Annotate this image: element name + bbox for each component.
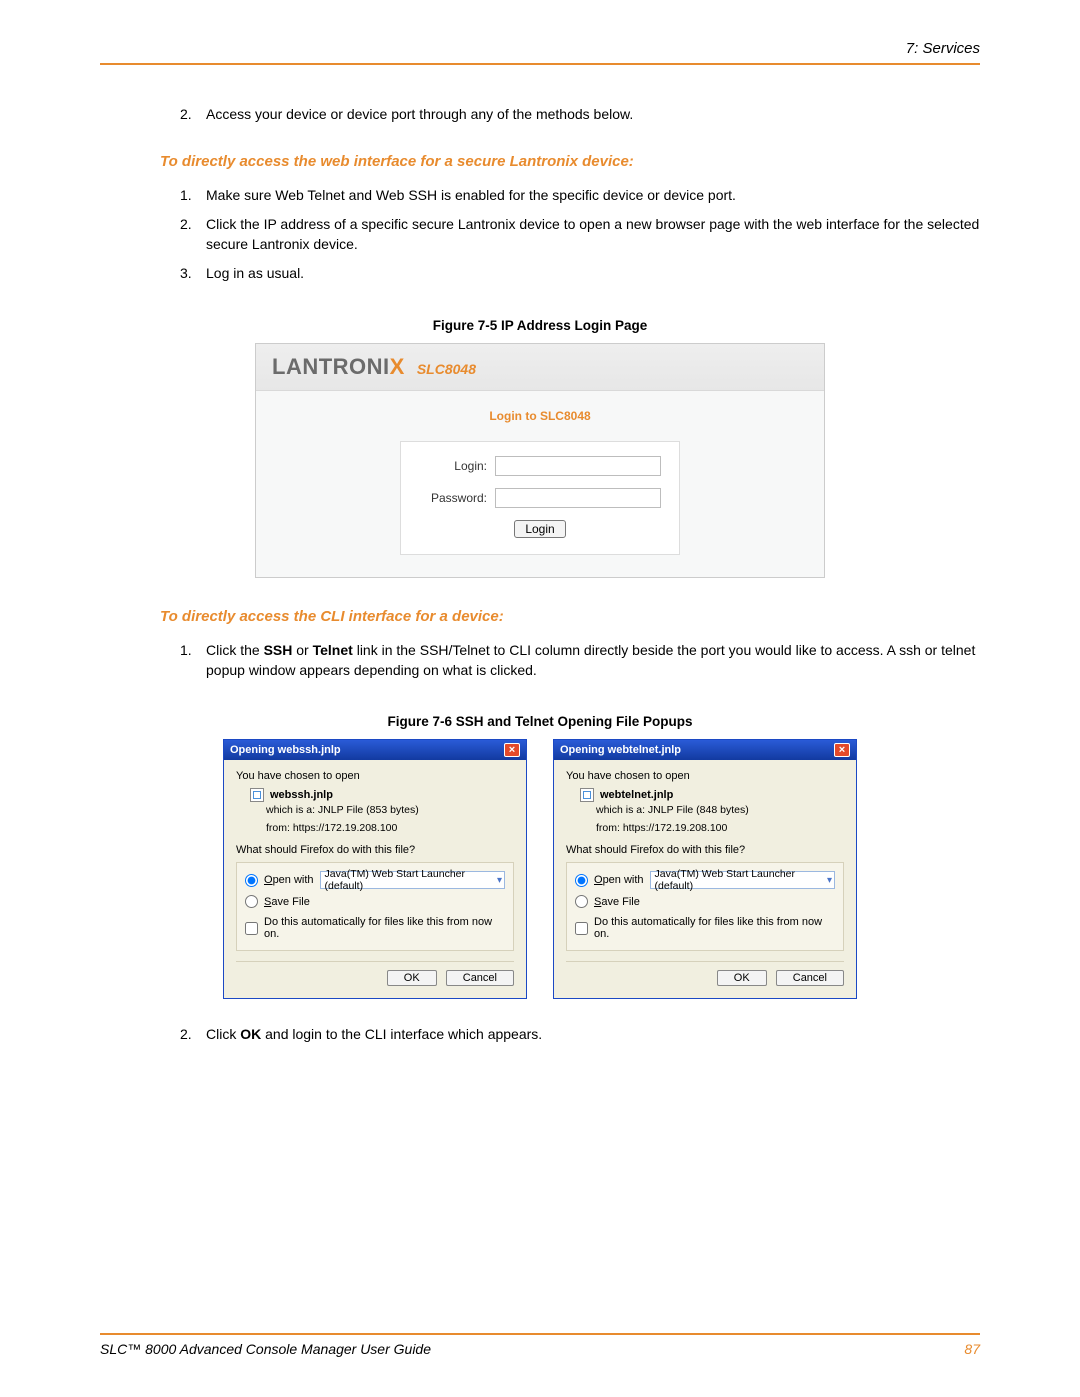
filename: webtelnet.jnlp	[600, 789, 673, 801]
step-text: Access your device or device port throug…	[206, 105, 980, 125]
ok-button[interactable]: OK	[387, 970, 437, 986]
step-number: 1.	[180, 186, 206, 206]
page-footer: SLC™ 8000 Advanced Console Manager User …	[100, 1333, 980, 1357]
action-radio-group: Open with Java(TM) Web Start Launcher (d…	[236, 862, 514, 951]
open-with-radio[interactable]	[575, 874, 588, 887]
step-number: 2.	[180, 215, 206, 254]
file-source: from: https://172.19.208.100	[596, 822, 844, 834]
auto-checkbox[interactable]	[575, 922, 588, 935]
dialog-text: You have chosen to open	[236, 770, 514, 782]
action-radio-group: Open with Java(TM) Web Start Launcher (d…	[566, 862, 844, 951]
step-text: Click the IP address of a specific secur…	[206, 215, 980, 254]
password-input[interactable]	[495, 488, 661, 508]
open-with-label: Open with	[594, 874, 644, 886]
open-file-dialog-telnet: Opening webtelnet.jnlp × You have chosen…	[553, 739, 857, 999]
close-icon[interactable]: ×	[834, 743, 850, 757]
selected-application: Java(TM) Web Start Launcher (default)	[325, 868, 497, 892]
step-number: 2.	[180, 1025, 206, 1045]
save-file-radio[interactable]	[245, 895, 258, 908]
step-number: 1.	[180, 641, 206, 680]
ok-button[interactable]: OK	[717, 970, 767, 986]
filename: webssh.jnlp	[270, 789, 333, 801]
footer-title: SLC™ 8000 Advanced Console Manager User …	[100, 1341, 431, 1357]
application-select[interactable]: Java(TM) Web Start Launcher (default) ▾	[650, 871, 835, 889]
step-text: Make sure Web Telnet and Web SSH is enab…	[206, 186, 980, 206]
close-icon[interactable]: ×	[504, 743, 520, 757]
step-text: Click the SSH or Telnet link in the SSH/…	[206, 641, 980, 680]
step-number: 2.	[180, 105, 206, 125]
dialog-title: Opening webtelnet.jnlp	[560, 744, 681, 756]
login-button[interactable]: Login	[514, 520, 565, 538]
popups-figure: Opening webssh.jnlp × You have chosen to…	[210, 739, 870, 999]
web-step: 2. Click the IP address of a specific se…	[180, 215, 980, 254]
step-number: 3.	[180, 264, 206, 284]
web-step: 3. Log in as usual.	[180, 264, 980, 284]
file-type: which is a: JNLP File (848 bytes)	[596, 804, 844, 816]
page-number: 87	[964, 1341, 980, 1357]
application-select[interactable]: Java(TM) Web Start Launcher (default) ▾	[320, 871, 505, 889]
save-file-label: Save File	[594, 896, 640, 908]
file-type: which is a: JNLP File (853 bytes)	[266, 804, 514, 816]
open-file-dialog-ssh: Opening webssh.jnlp × You have chosen to…	[223, 739, 527, 999]
dialog-text: You have chosen to open	[566, 770, 844, 782]
open-with-radio[interactable]	[245, 874, 258, 887]
file-source: from: https://172.19.208.100	[266, 822, 514, 834]
cancel-button[interactable]: Cancel	[446, 970, 514, 986]
step-text: Click OK and login to the CLI interface …	[206, 1025, 980, 1045]
save-file-radio[interactable]	[575, 895, 588, 908]
password-label: Password:	[419, 491, 495, 505]
step-text: Log in as usual.	[206, 264, 980, 284]
cancel-button[interactable]: Cancel	[776, 970, 844, 986]
chevron-down-icon: ▾	[827, 875, 832, 886]
login-header: LANTRONIX SLC8048	[256, 344, 824, 391]
auto-label: Do this automatically for files like thi…	[264, 916, 505, 940]
header-section: 7: Services	[906, 40, 980, 57]
chevron-down-icon: ▾	[497, 875, 502, 886]
dialog-titlebar: Opening webssh.jnlp ×	[224, 740, 526, 760]
open-with-label: Open with	[264, 874, 314, 886]
login-form: Login: Password: Login	[400, 441, 680, 555]
dialog-titlebar: Opening webtelnet.jnlp ×	[554, 740, 856, 760]
cli-step: 2. Click OK and login to the CLI interfa…	[180, 1025, 980, 1045]
heading-cli-access: To directly access the CLI interface for…	[160, 608, 980, 625]
login-input[interactable]	[495, 456, 661, 476]
heading-web-access: To directly access the web interface for…	[160, 153, 980, 170]
login-page-figure: LANTRONIX SLC8048 Login to SLC8048 Login…	[255, 343, 825, 578]
selected-application: Java(TM) Web Start Launcher (default)	[655, 868, 827, 892]
figure-7-6-caption: Figure 7-6 SSH and Telnet Opening File P…	[100, 714, 980, 729]
jnlp-file-icon	[580, 788, 594, 802]
login-label: Login:	[419, 459, 495, 473]
auto-label: Do this automatically for files like thi…	[594, 916, 835, 940]
login-title: Login to SLC8048	[256, 409, 824, 423]
page-header: 7: Services	[100, 40, 980, 65]
lantronix-logo: LANTRONIX	[272, 354, 405, 380]
jnlp-file-icon	[250, 788, 264, 802]
figure-7-5-caption: Figure 7-5 IP Address Login Page	[100, 318, 980, 333]
intro-step: 2. Access your device or device port thr…	[180, 105, 980, 125]
device-model: SLC8048	[417, 361, 476, 377]
dialog-question: What should Firefox do with this file?	[236, 844, 514, 856]
save-file-label: Save File	[264, 896, 310, 908]
dialog-title: Opening webssh.jnlp	[230, 744, 341, 756]
web-step: 1. Make sure Web Telnet and Web SSH is e…	[180, 186, 980, 206]
auto-checkbox[interactable]	[245, 922, 258, 935]
dialog-question: What should Firefox do with this file?	[566, 844, 844, 856]
cli-step: 1. Click the SSH or Telnet link in the S…	[180, 641, 980, 680]
